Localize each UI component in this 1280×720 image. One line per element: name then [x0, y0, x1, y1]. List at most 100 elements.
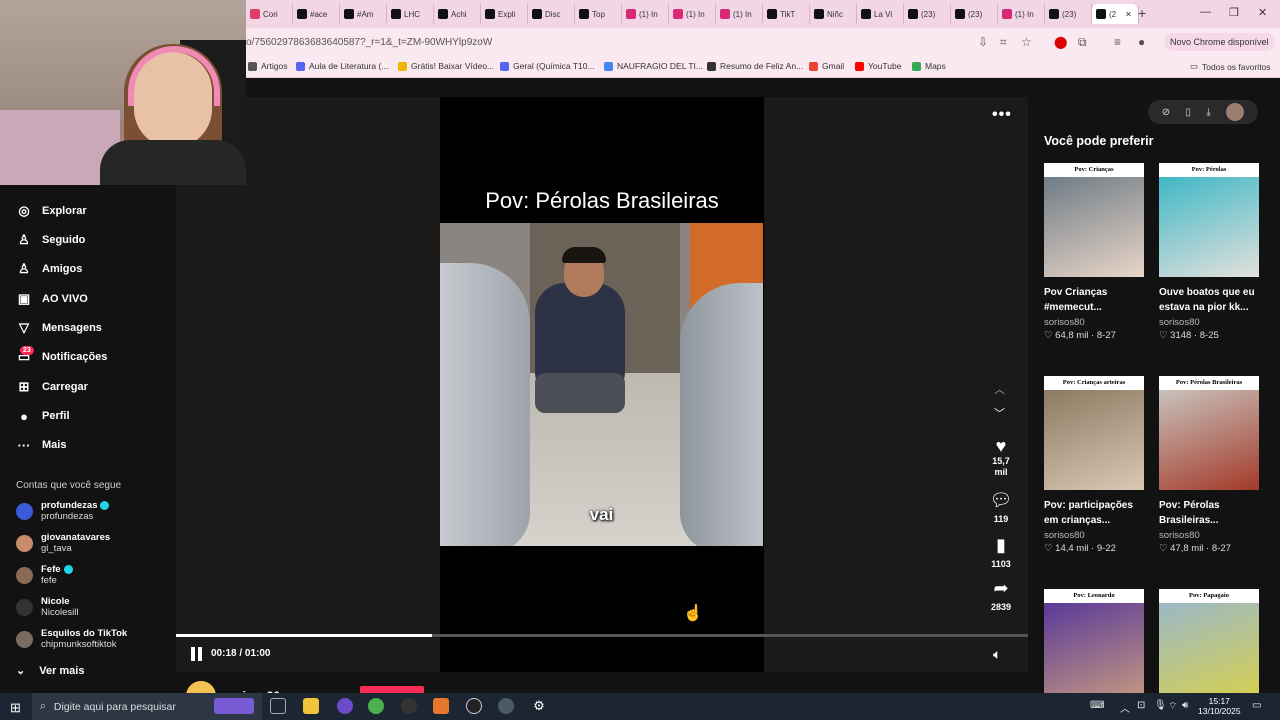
video-description[interactable]: Pov: Pérolas Brasileiras...	[1159, 498, 1260, 528]
browser-tab[interactable]: TikT	[763, 4, 810, 24]
browser-tab[interactable]: Top	[575, 4, 622, 24]
minimize-icon[interactable]: —	[1200, 6, 1211, 18]
followed-account[interactable]: Esquilos do TikTok chipmunksoftiktok	[16, 628, 127, 650]
bookmark-item[interactable]: Maps	[912, 61, 946, 71]
taskbar-clock[interactable]: 15:17 13/10/2025	[1198, 696, 1241, 716]
browser-tab[interactable]: (1) In	[669, 4, 716, 24]
bookmark-item[interactable]: Geral (Química T10...	[500, 61, 595, 71]
recommended-video[interactable]: Pov: Papagaio	[1159, 589, 1260, 693]
see-more-button[interactable]: ⌄ Ver mais	[16, 664, 84, 678]
browser-tab[interactable]: Disc	[528, 4, 575, 24]
browser-tab[interactable]: (1) In	[716, 4, 763, 24]
video-frame[interactable]	[440, 223, 763, 546]
recommended-video[interactable]: Pov: Pérolas Ouve boatos que eu estava na…	[1159, 163, 1260, 343]
bookmark-item[interactable]: Gmail	[809, 61, 844, 71]
recommended-video[interactable]: Pov: Crianças arteiras Pov: participações…	[1044, 376, 1145, 556]
browser-tab[interactable]: (23)	[1045, 4, 1092, 24]
share-button[interactable]: ➦ 2839	[986, 578, 1016, 613]
bookmark-item[interactable]: YouTube	[855, 61, 901, 71]
video-thumbnail[interactable]: Pov: Leonardo	[1044, 589, 1144, 693]
video-description[interactable]: Ouve boatos que eu estava na pior kk...	[1159, 285, 1260, 315]
network-icon[interactable]: ⊡	[1137, 700, 1145, 711]
save-button[interactable]: ▮ 1103	[986, 535, 1016, 570]
maximize-icon[interactable]: ❐	[1229, 6, 1239, 19]
all-favorites[interactable]: ▭ Todos os favoritos	[1190, 61, 1271, 72]
followed-account[interactable]: Fefe fefe	[16, 564, 73, 586]
video-thumbnail[interactable]: Pov: Pérolas Brasileiras	[1159, 376, 1259, 490]
settings-gear-icon[interactable]: ⚙	[531, 698, 547, 714]
mic-icon[interactable]: 🎙︎	[1154, 700, 1167, 711]
chrome-update-button[interactable]: Novo Chrome disponível	[1164, 33, 1275, 51]
new-tab-button[interactable]: +	[1138, 5, 1146, 21]
url-field[interactable]: o/7560297863683640587?_r=1&_t=ZM-90WHYlp…	[246, 37, 492, 48]
browser-tab[interactable]: La Vi	[857, 4, 904, 24]
browser-tab[interactable]: (23)	[951, 4, 998, 24]
video-thumbnail[interactable]: Pov: Crianças arteiras	[1044, 376, 1144, 490]
video-author[interactable]: sorisos80	[1159, 316, 1260, 329]
search-highlight-icon[interactable]	[214, 698, 254, 714]
progress-bar[interactable]	[176, 634, 1028, 637]
chrome-icon[interactable]	[368, 698, 384, 714]
bookmark-item[interactable]: Grátis! Baixar Vídeo...	[398, 61, 494, 71]
speaker-icon[interactable]: 🔊︎	[1182, 700, 1188, 711]
translate-icon[interactable]: ⌗	[1000, 35, 1007, 50]
browser-tab[interactable]: (1) In	[998, 4, 1045, 24]
browser-tab[interactable]: (23)	[904, 4, 951, 24]
browser-tab[interactable]: #Am	[340, 4, 387, 24]
comment-button[interactable]: 💬︎ 119	[986, 490, 1016, 525]
more-options-icon[interactable]: •••	[992, 106, 1012, 124]
app-circle-icon[interactable]	[401, 698, 417, 714]
video-thumbnail[interactable]: Pov: Crianças	[1044, 163, 1144, 277]
bookmark-item[interactable]: Resumo de Feliz An...	[707, 61, 803, 71]
close-window-icon[interactable]: ✕	[1258, 6, 1267, 19]
windows-start-icon[interactable]: ⊞	[10, 700, 21, 716]
notifications-center-icon[interactable]: ▭	[1252, 700, 1261, 711]
browser-tab[interactable]: Niñc	[810, 4, 857, 24]
sidebar-item-ao-vivo[interactable]: ▣ AO VIVO	[16, 291, 88, 307]
download-icon[interactable]: ⤓	[1206, 107, 1210, 118]
followed-account[interactable]: Nicole Nicolesill	[16, 596, 78, 618]
bookmark-star-icon[interactable]: ☆	[1021, 35, 1032, 49]
browser-tab[interactable]: LHC	[387, 4, 434, 24]
paint-icon[interactable]	[498, 698, 514, 714]
browser-tab[interactable]: Cori	[246, 4, 293, 24]
video-author[interactable]: sorisos80	[1044, 316, 1145, 329]
bookmark-item[interactable]: Aula de Literatura (...	[296, 61, 388, 71]
bookmark-item[interactable]: NAUFRAGIO DEL TI...	[604, 61, 703, 71]
browser-tab[interactable]: (2 ✕	[1092, 4, 1139, 24]
sidebar-item-carregar[interactable]: ⊞ Carregar	[16, 379, 88, 395]
video-author[interactable]: sorisos80	[1159, 529, 1260, 542]
tray-up-icon[interactable]: ︿	[1120, 700, 1130, 715]
bookmark-item[interactable]: Artigos	[248, 61, 287, 71]
keyboard-icon[interactable]: ⌨	[1090, 700, 1104, 711]
profile-avatar[interactable]: ●	[1138, 35, 1145, 49]
followed-account[interactable]: profundezas profundezas	[16, 500, 110, 522]
extensions-icon[interactable]: ⧉	[1078, 35, 1087, 50]
browser-tab[interactable]: Expli	[481, 4, 528, 24]
video-description[interactable]: Pov: participações em crianças...	[1044, 498, 1145, 528]
sidebar-item-explorar[interactable]: ◎ Explorar	[16, 203, 86, 219]
user-avatar[interactable]	[1226, 103, 1245, 121]
followed-account[interactable]: giovanatavares gi_tava	[16, 532, 110, 554]
extension-red-icon[interactable]: ⬤	[1054, 35, 1067, 49]
pause-icon[interactable]	[191, 647, 203, 661]
task-view-icon[interactable]	[270, 698, 286, 714]
editor-icon[interactable]	[433, 698, 449, 714]
video-thumbnail[interactable]: Pov: Papagaio	[1159, 589, 1259, 693]
discord-icon[interactable]	[337, 698, 353, 714]
browser-tab[interactable]: Achi	[434, 4, 481, 24]
sidebar-item-seguido[interactable]: ♙ Seguido	[16, 232, 85, 248]
browser-tab[interactable]: (1) In	[622, 4, 669, 24]
sidebar-item-mais[interactable]: ··· Mais	[16, 437, 67, 453]
coins-icon[interactable]: ⊘	[1162, 107, 1170, 118]
volume-icon[interactable]: 🔈︎	[993, 646, 1001, 663]
recommended-video[interactable]: Pov: Crianças Pov Crianças #memecut... sor…	[1044, 163, 1145, 343]
obs-icon[interactable]	[466, 698, 482, 714]
close-tab-icon[interactable]: ✕	[1125, 10, 1132, 19]
device-icon[interactable]: ▯	[1186, 107, 1192, 118]
browser-tab[interactable]: #ace	[293, 4, 340, 24]
previous-video-icon[interactable]: ︿	[994, 381, 1005, 397]
like-button[interactable]: ♥ 15,7 mil	[986, 436, 1016, 478]
video-thumbnail[interactable]: Pov: Pérolas	[1159, 163, 1259, 277]
install-icon[interactable]: ⇩	[978, 35, 988, 49]
